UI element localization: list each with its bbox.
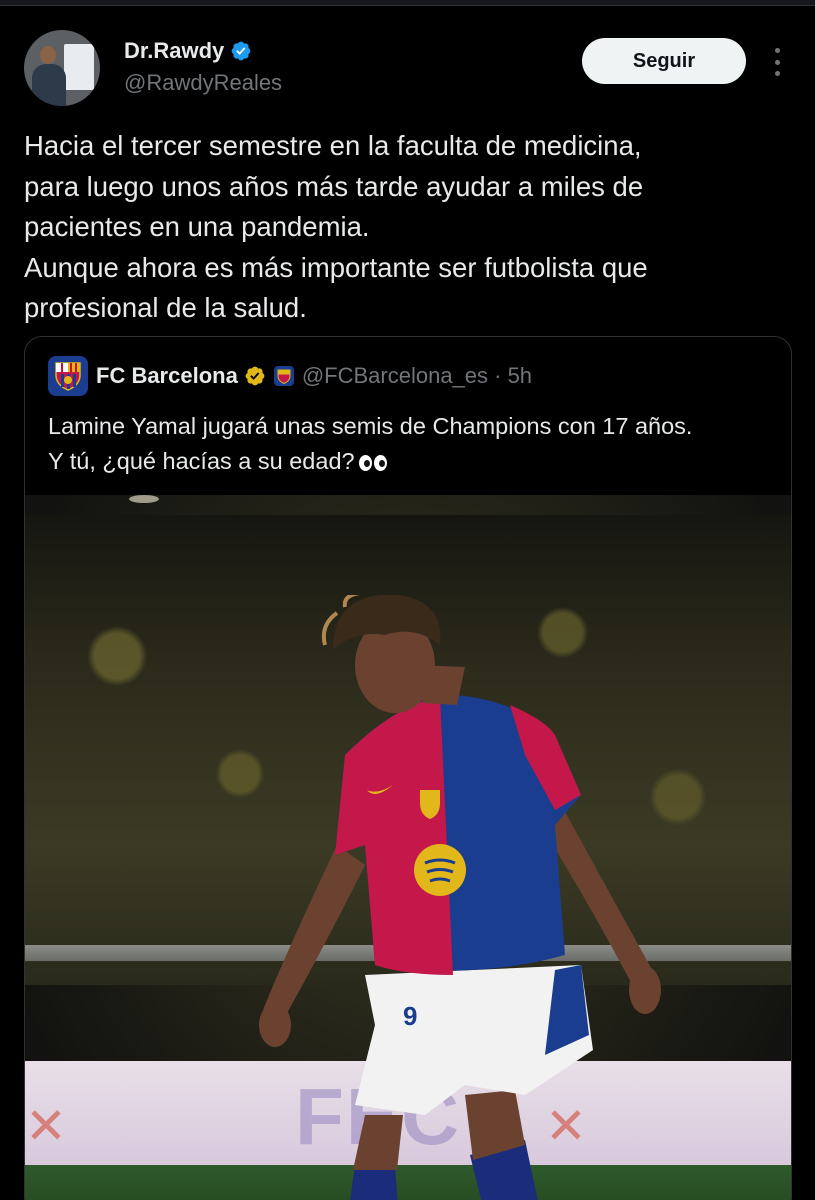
quoted-tweet-text: Lamine Yamal jugará unas semis de Champi… — [48, 409, 778, 479]
eyes-emoji-icon — [358, 454, 387, 471]
dot-icon — [774, 71, 780, 76]
author-avatar[interactable] — [24, 30, 100, 106]
quoted-text-line: Lamine Yamal jugará unas semis de Champi… — [48, 413, 693, 439]
affiliate-crest-icon — [273, 366, 294, 386]
more-vertical-icon[interactable] — [766, 44, 788, 80]
quoted-text-line: Y tú, ¿qué hacías a su edad? — [48, 444, 778, 479]
author-handle[interactable]: @RawdyReales — [124, 70, 282, 96]
dot-icon — [774, 48, 780, 53]
tweet-text-line: profesional de la salud. — [24, 292, 307, 323]
tweet-text-line: para luego unos años más tarde ayudar a … — [24, 170, 644, 202]
verified-badge-icon — [231, 41, 251, 61]
shorts-number: 9 — [403, 1001, 417, 1031]
fc-barcelona-crest-icon — [55, 362, 81, 391]
quoted-author-avatar[interactable] — [48, 356, 88, 396]
follow-button[interactable]: Seguir — [582, 38, 746, 84]
board-x-mark: ✕ — [25, 1098, 67, 1154]
gold-verified-badge-icon — [245, 366, 265, 386]
quoted-author-row: FC Barcelona @FCBarcelona_es · 5h — [96, 363, 532, 389]
author-name-row: Dr.Rawdy — [124, 38, 252, 64]
tweet-text-line: Aunque ahora es más importante ser futbo… — [24, 251, 648, 283]
top-divider — [0, 0, 815, 6]
quoted-handle-time[interactable]: @FCBarcelona_es · 5h — [302, 363, 532, 389]
author-display-name[interactable]: Dr.Rawdy — [124, 38, 224, 64]
dot-icon — [774, 59, 780, 65]
tweet-text-line: Hacia el tercer semestre en la faculta d… — [24, 130, 642, 161]
tweet-text: Hacia el tercer semestre en la faculta d… — [24, 126, 794, 329]
quoted-tweet-photo[interactable]: FEC ✕ ✕ 9 — [25, 495, 791, 1200]
avatar-person-body — [32, 64, 66, 106]
quoted-author-name[interactable]: FC Barcelona — [96, 363, 238, 389]
quoted-tweet-card[interactable]: FC Barcelona @FCBarcelona_es · 5h Lamine… — [24, 336, 792, 1200]
quoted-text-line-content: Y tú, ¿qué hacías a su edad? — [48, 448, 355, 474]
avatar-person-head — [40, 46, 56, 64]
stadium-light — [129, 495, 159, 503]
avatar-whiteboard — [64, 44, 94, 90]
player-figure: 9 — [259, 595, 661, 1200]
tweet-text-line: pacientes en una pandemia. — [24, 211, 370, 242]
